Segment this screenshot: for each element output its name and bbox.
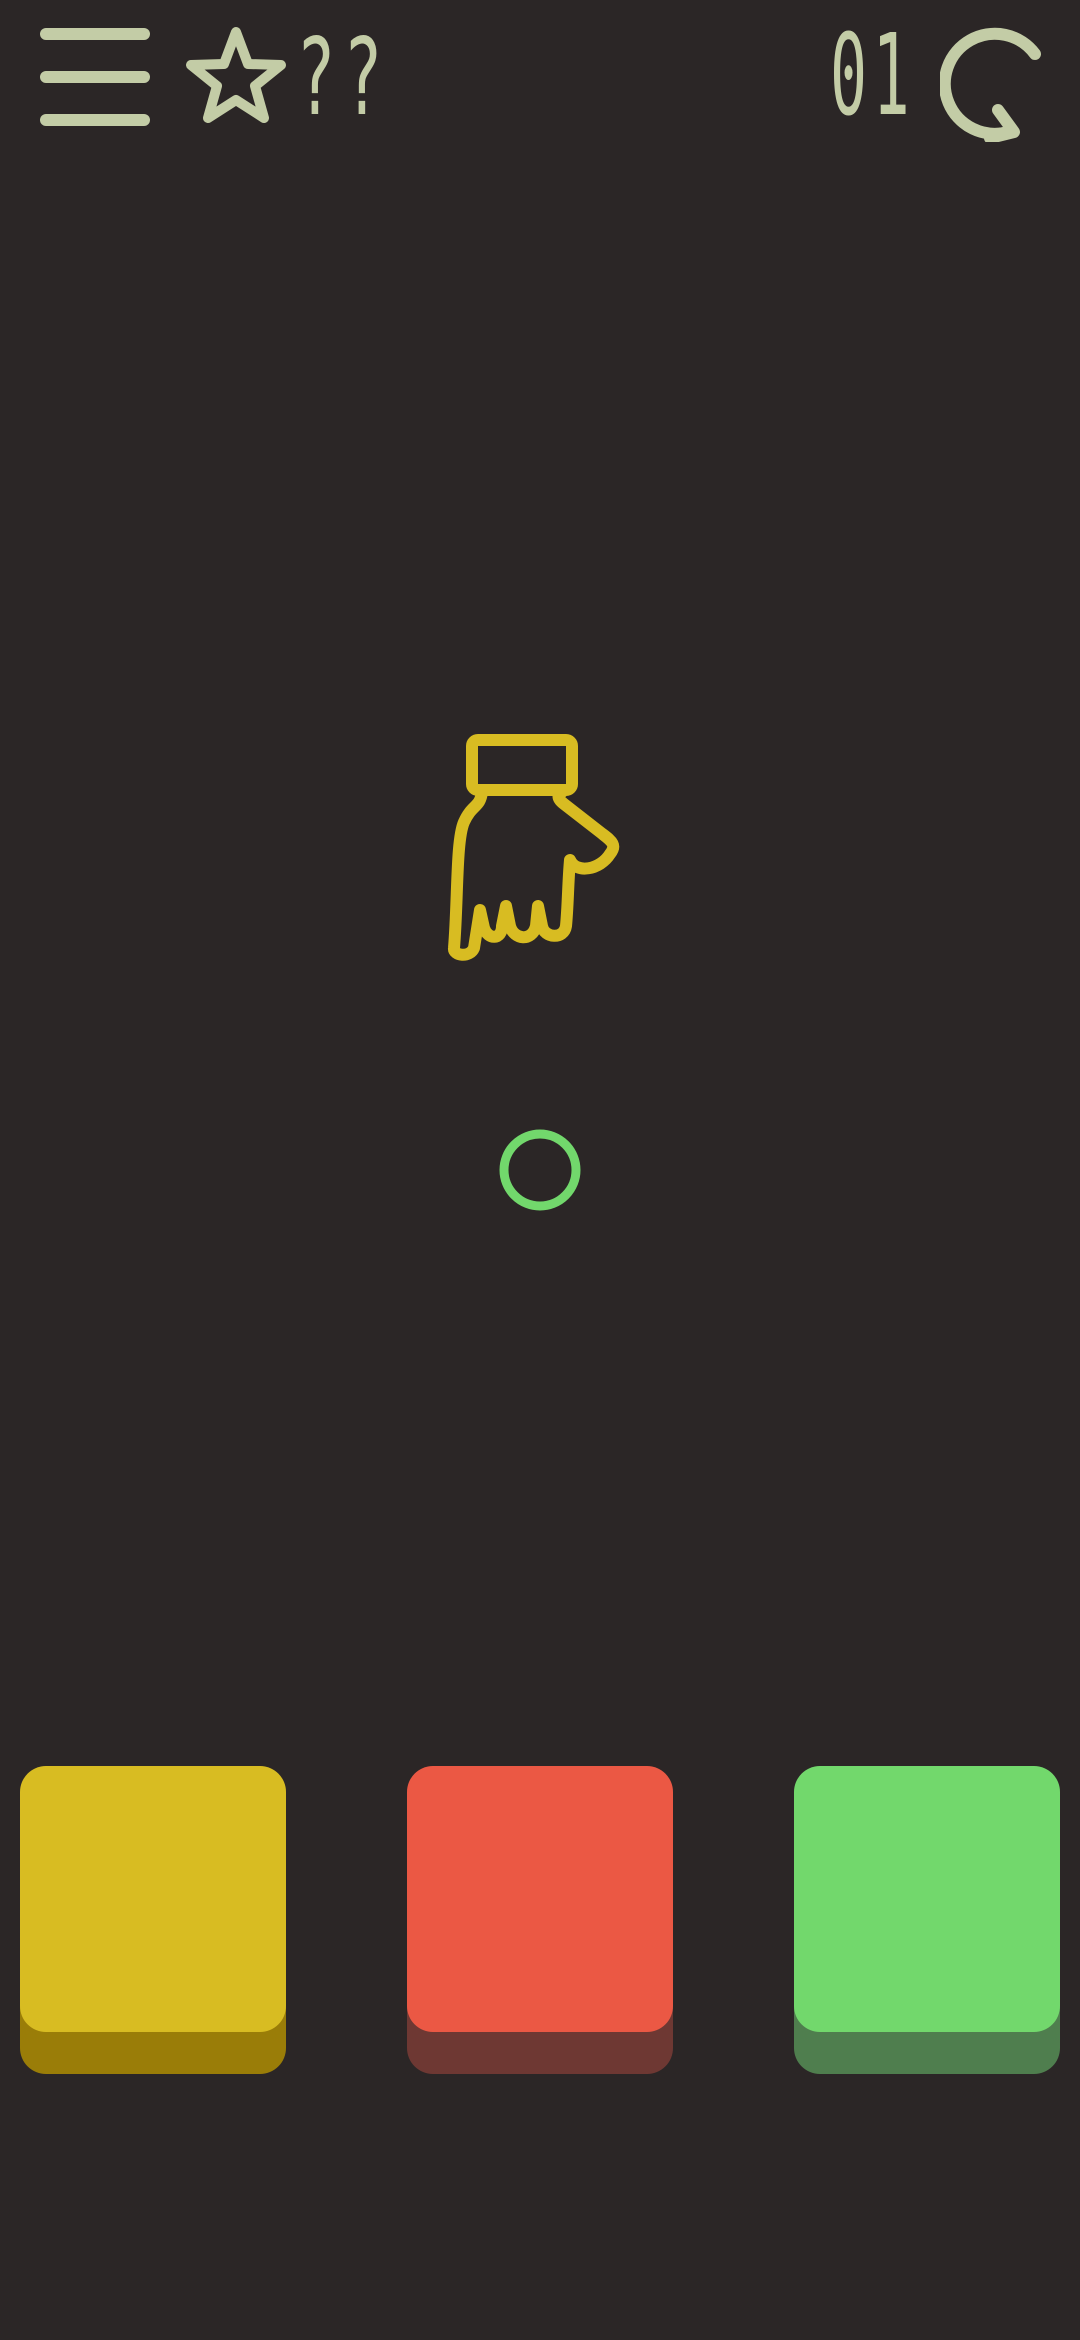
star-icon xyxy=(186,27,286,123)
menu-button[interactable] xyxy=(38,24,152,130)
green-button[interactable] xyxy=(794,1766,1060,2074)
pointing-down-hand-icon xyxy=(448,734,620,961)
restart-arrow-icon xyxy=(938,27,1041,144)
restart-button[interactable] xyxy=(938,14,1060,144)
hamburger-menu-icon xyxy=(40,28,150,126)
red-button[interactable] xyxy=(407,1766,673,2074)
red-button-face xyxy=(407,1766,673,2032)
level-number: 01 xyxy=(830,11,916,141)
target-circle-icon xyxy=(499,1129,581,1211)
top-bar: ?? 01 xyxy=(0,0,1080,160)
best-score: ?? xyxy=(296,16,391,139)
yellow-button[interactable] xyxy=(20,1766,286,2074)
green-button-face xyxy=(794,1766,1060,2032)
yellow-button-face xyxy=(20,1766,286,2032)
